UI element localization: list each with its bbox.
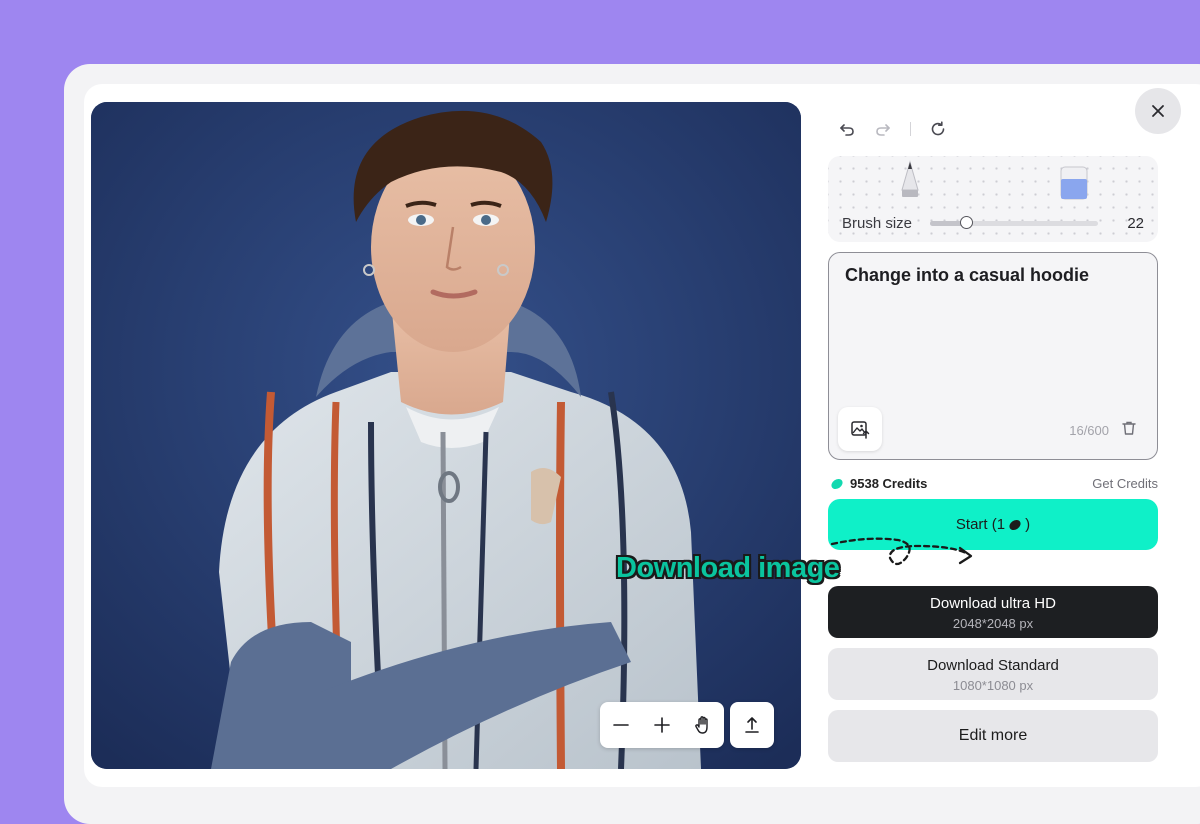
upload-image-button[interactable]: [838, 407, 882, 451]
brush-size-slider[interactable]: [930, 216, 1098, 229]
pencil-icon[interactable]: [898, 160, 922, 200]
close-icon: [1152, 105, 1164, 117]
edit-more-button[interactable]: Edit more: [828, 710, 1158, 762]
prompt-input[interactable]: Change into a casual hoodie 16/600: [828, 252, 1158, 460]
redo-icon: [876, 124, 890, 136]
hand-pan-icon: [695, 716, 709, 734]
credits-balance: 9538 Credits: [830, 476, 927, 491]
credits-amount: 9538 Credits: [850, 476, 928, 491]
prompt-text[interactable]: Change into a casual hoodie: [845, 265, 1089, 286]
trash-icon: [1122, 421, 1136, 435]
clear-prompt-button[interactable]: [1119, 418, 1139, 438]
brush-panel: Brush size 22: [828, 156, 1158, 242]
canvas-zoom-controls: [600, 702, 724, 748]
export-icon: [745, 717, 759, 733]
annotation-arrow-icon: [830, 537, 973, 566]
undo-icon: [840, 124, 854, 136]
credits-row: 9538 Credits Get Credits: [828, 476, 1158, 494]
eraser-icon[interactable]: [1060, 166, 1088, 200]
credit-coin-icon: [831, 478, 843, 489]
annotation-label: Download image: [616, 552, 840, 584]
download-standard-button[interactable]: Download Standard 1080*1080 px: [828, 648, 1158, 700]
download-standard-size: 1080*1080 px: [952, 678, 1034, 693]
toolbar-divider: [910, 122, 911, 136]
image-upload-icon: [851, 421, 870, 439]
brush-size-value: 22: [1127, 215, 1144, 232]
zoom-out-icon: [612, 724, 629, 726]
download-hd-label: Download ultra HD: [930, 595, 1056, 612]
zoom-in-button[interactable]: [647, 710, 677, 740]
zoom-out-button[interactable]: [606, 710, 636, 740]
start-label-end: ): [1025, 516, 1031, 533]
zoom-in-icon: [654, 717, 670, 733]
download-ultra-hd-button[interactable]: Download ultra HD 2048*2048 px: [828, 586, 1158, 638]
close-button[interactable]: [1135, 88, 1181, 134]
brush-size-label: Brush size: [842, 215, 913, 232]
download-standard-label: Download Standard: [927, 657, 1059, 674]
history-toolbar: [836, 118, 949, 140]
pan-tool-button[interactable]: [688, 710, 718, 740]
portrait-image: [91, 102, 801, 769]
refresh-icon: [931, 121, 945, 136]
redo-button[interactable]: [872, 118, 894, 140]
credit-coin-icon: [1009, 519, 1021, 530]
download-hd-size: 2048*2048 px: [952, 616, 1034, 631]
image-preview[interactable]: [91, 102, 801, 769]
character-count: 16/600: [1069, 423, 1109, 438]
export-button[interactable]: [730, 702, 774, 748]
get-credits-link[interactable]: Get Credits: [1092, 476, 1158, 491]
reset-button[interactable]: [927, 118, 949, 140]
undo-button[interactable]: [836, 118, 858, 140]
